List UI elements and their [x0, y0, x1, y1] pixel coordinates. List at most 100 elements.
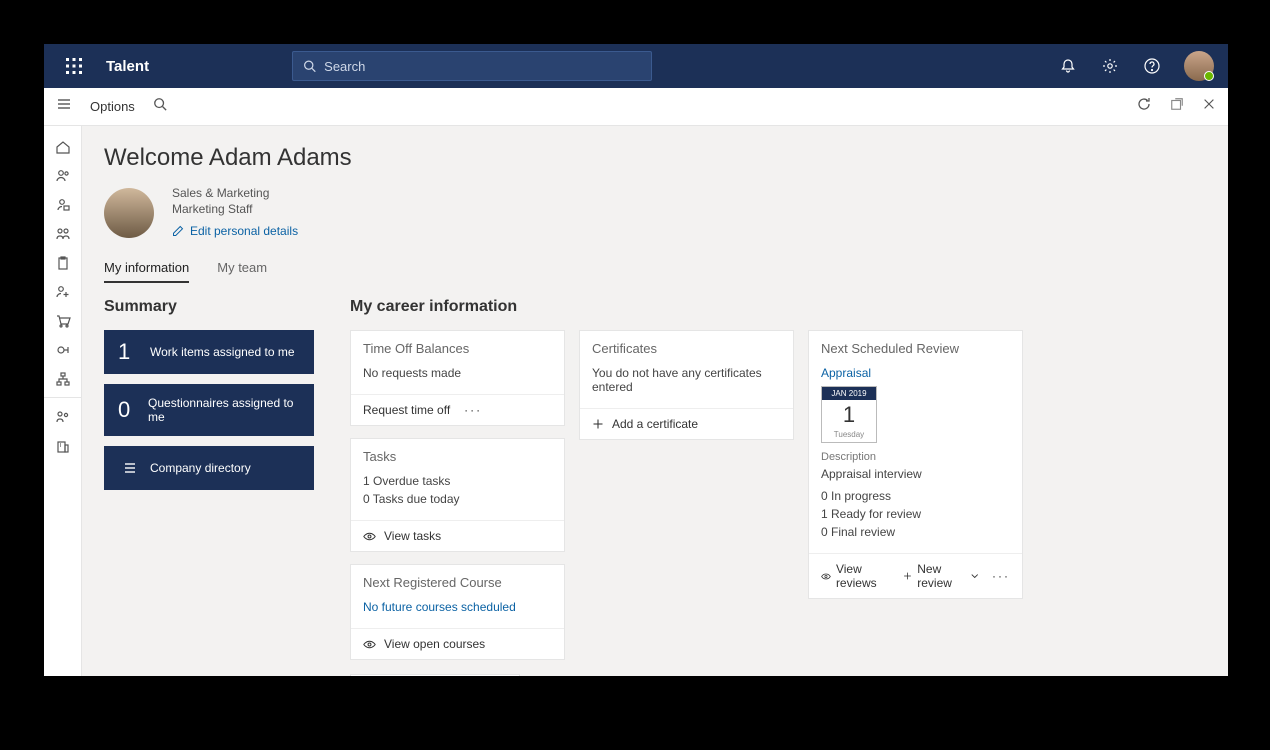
tile-company-directory[interactable]: Company directory [104, 446, 314, 490]
help-button[interactable] [1142, 56, 1162, 76]
card-next-course: Next Registered Course No future courses… [350, 564, 565, 660]
add-certificate-label: Add a certificate [612, 417, 698, 431]
search-box[interactable] [292, 51, 652, 81]
sidebar-item-personnel[interactable] [44, 190, 82, 219]
sidebar-item-people[interactable] [44, 161, 82, 190]
columns: Summary 1 Work items assigned to me 0 Qu… [104, 298, 1206, 676]
person-plus-icon [55, 284, 71, 300]
list-icon-wrap [118, 460, 142, 476]
tab-my-team[interactable]: My team [217, 260, 267, 283]
sidebar-item-hierarchy[interactable] [44, 364, 82, 393]
options-label[interactable]: Options [90, 99, 135, 114]
more-actions[interactable]: ··· [992, 569, 1010, 583]
hamburger-icon [56, 96, 72, 112]
settings-button[interactable] [1100, 56, 1120, 76]
tile-count: 1 [118, 339, 142, 365]
view-open-courses-link[interactable]: View open courses [351, 628, 564, 659]
pencil-icon [172, 225, 184, 237]
card-footer: Request time off ··· [351, 394, 564, 425]
sidebar-item-compensation[interactable] [44, 306, 82, 335]
new-review-button[interactable]: New review [903, 562, 978, 590]
tasks-overdue: 1 Overdue tasks [363, 474, 552, 488]
summary-column: Summary 1 Work items assigned to me 0 Qu… [104, 298, 314, 676]
nav-toggle[interactable] [56, 96, 84, 117]
cal-weekday: Tuesday [822, 430, 876, 442]
sidebar-item-company[interactable] [44, 431, 82, 460]
tile-label: Questionnaires assigned to me [148, 396, 300, 425]
people-icon [55, 168, 71, 184]
waffle-launcher[interactable] [58, 58, 90, 74]
sidebar-item-my-team[interactable] [44, 402, 82, 431]
tile-count: 0 [118, 397, 140, 423]
view-reviews-link[interactable]: View reviews [821, 562, 889, 590]
new-review-label: New review [917, 562, 963, 590]
popout-button[interactable] [1170, 97, 1184, 116]
card-time-off: Time Off Balances No requests made Reque… [350, 330, 565, 426]
view-courses-label: View open courses [384, 637, 485, 651]
sidebar-item-tasks[interactable] [44, 248, 82, 277]
refresh-button[interactable] [1136, 96, 1152, 117]
notifications-button[interactable] [1058, 56, 1078, 76]
review-stat-inprogress: 0 In progress [821, 489, 1010, 503]
search-wrap [292, 51, 652, 81]
popout-icon [1170, 97, 1184, 111]
tabs: My information My team [104, 260, 1206, 284]
bell-icon [1060, 58, 1076, 74]
sidebar-item-team[interactable] [44, 219, 82, 248]
app-name: Talent [106, 58, 149, 75]
waffle-icon [66, 58, 82, 74]
card-next-review: Next Scheduled Review Appraisal JAN 2019… [808, 330, 1023, 599]
cal-day: 1 [822, 400, 876, 430]
top-bar: Talent [44, 44, 1228, 88]
tile-questionnaires[interactable]: 0 Questionnaires assigned to me [104, 384, 314, 436]
view-reviews-label: View reviews [836, 562, 889, 590]
calendar-chip: JAN 2019 1 Tuesday [821, 386, 877, 443]
tile-label: Work items assigned to me [150, 345, 295, 359]
add-certificate-link[interactable]: Add a certificate [580, 408, 793, 439]
card-col-b: Certificates You do not have any certifi… [579, 330, 794, 440]
tile-work-items[interactable]: 1 Work items assigned to me [104, 330, 314, 374]
sidebar-divider [44, 397, 81, 398]
team-icon [55, 226, 71, 242]
sidebar [44, 126, 82, 676]
sidebar-item-add-person[interactable] [44, 277, 82, 306]
card-title: Tasks [351, 439, 564, 474]
desc-value: Appraisal interview [821, 467, 1010, 481]
card-title: Next Registered Course [351, 565, 564, 600]
building-icon [55, 438, 71, 454]
content-row: Welcome Adam Adams Sales & Marketing Mar… [44, 126, 1228, 676]
more-actions[interactable]: ··· [464, 403, 482, 417]
review-stat-final: 0 Final review [821, 525, 1010, 539]
card-title: Next Scheduled Review [809, 331, 1022, 366]
view-tasks-link[interactable]: View tasks [351, 520, 564, 551]
command-bar-right [1136, 96, 1216, 117]
user-avatar[interactable] [1184, 51, 1214, 81]
review-stat-ready: 1 Ready for review [821, 507, 1010, 521]
person-meta: Sales & Marketing Marketing Staff Edit p… [172, 186, 298, 240]
page-title: Welcome Adam Adams [104, 144, 1206, 172]
request-time-off-link[interactable]: Request time off [363, 403, 450, 417]
appraisal-link[interactable]: Appraisal [821, 366, 1010, 380]
clipboard-icon [55, 255, 71, 271]
hierarchy-icon [55, 371, 71, 387]
eye-icon [821, 570, 831, 583]
card-col-c: Next Scheduled Review Appraisal JAN 2019… [808, 330, 1023, 599]
tab-my-information[interactable]: My information [104, 260, 189, 283]
filter-button[interactable] [153, 97, 167, 116]
gear-icon [1102, 58, 1118, 74]
close-button[interactable] [1202, 97, 1216, 116]
view-tasks-label: View tasks [384, 529, 441, 543]
card-col-d: Performance Goals 1 Not started 0 On tra… [350, 674, 520, 676]
search-input[interactable] [324, 59, 641, 74]
sidebar-item-org[interactable] [44, 335, 82, 364]
career-heading: My career information [350, 298, 1206, 316]
card-certificates: Certificates You do not have any certifi… [579, 330, 794, 440]
edit-personal-details-link[interactable]: Edit personal details [172, 224, 298, 238]
refresh-icon [1136, 96, 1152, 112]
sidebar-item-home[interactable] [44, 132, 82, 161]
org-icon [55, 342, 71, 358]
no-courses-text: No future courses scheduled [363, 600, 552, 614]
close-icon [1202, 97, 1216, 111]
question-icon [1144, 58, 1160, 74]
card-tasks: Tasks 1 Overdue tasks 0 Tasks due today … [350, 438, 565, 552]
